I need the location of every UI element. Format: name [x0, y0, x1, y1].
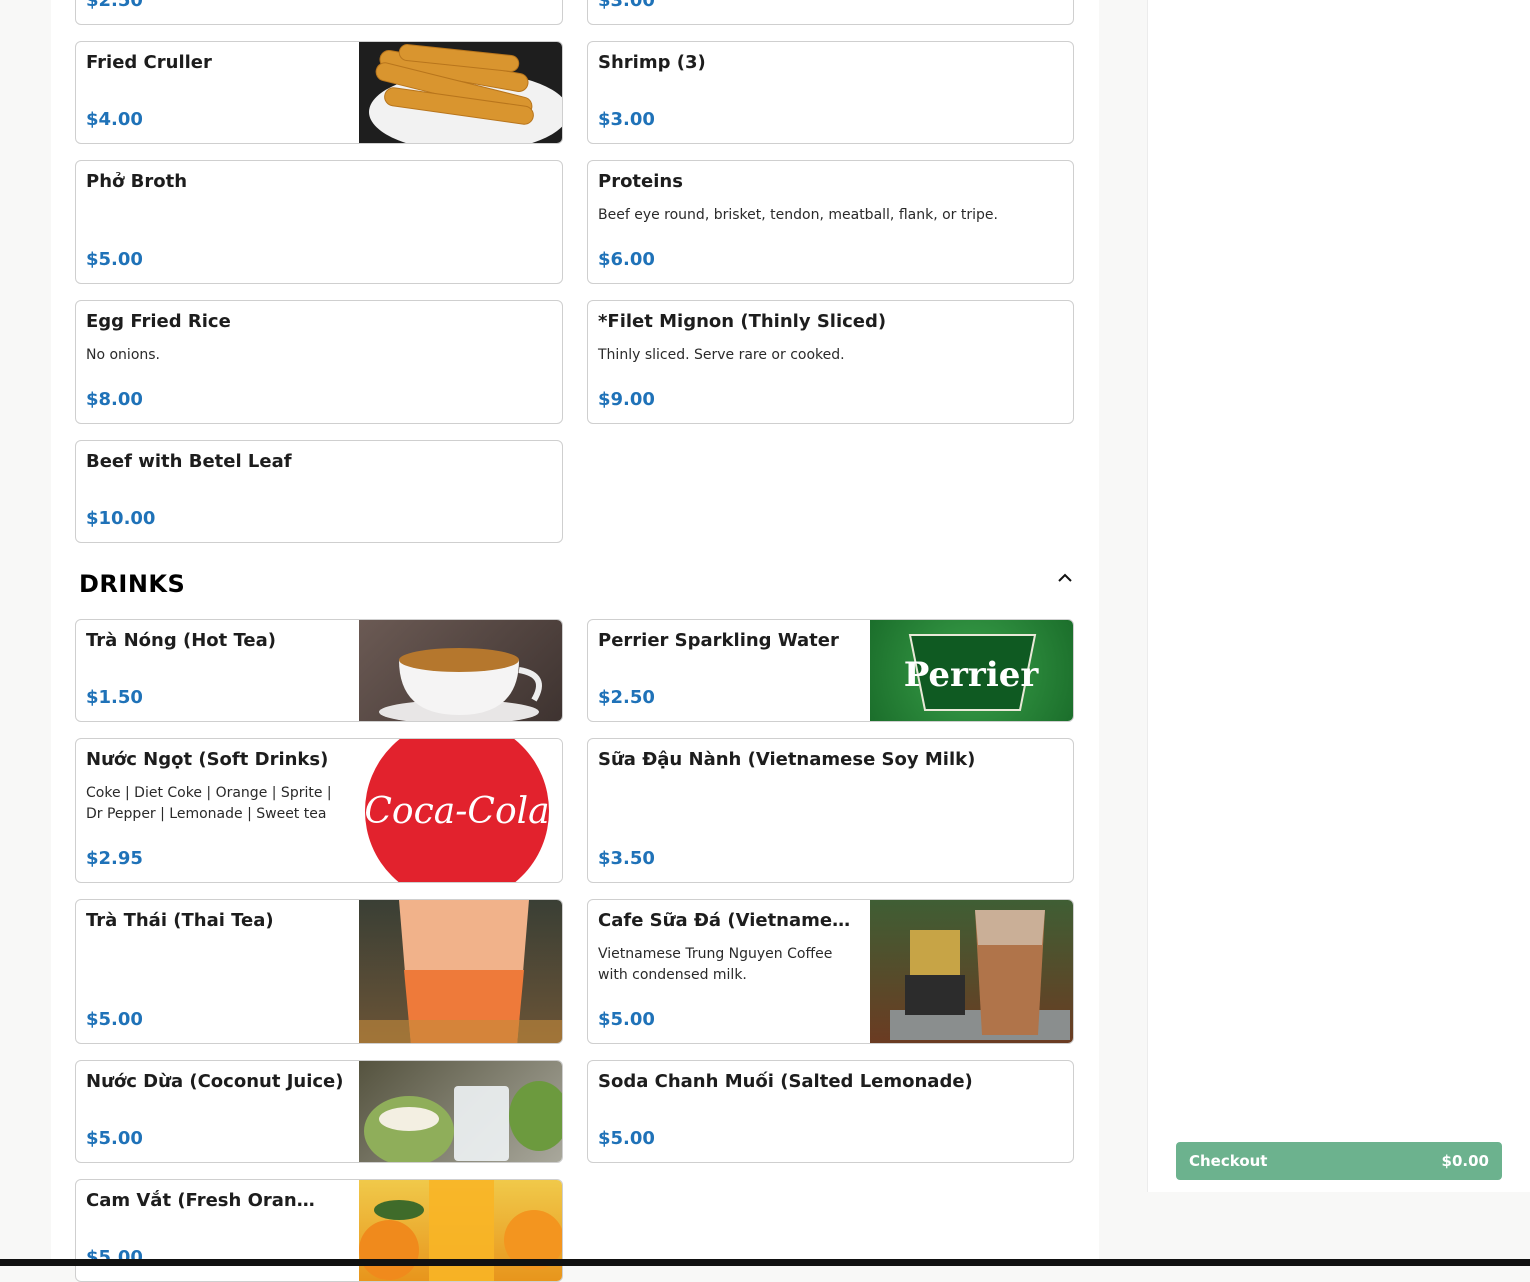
cart-panel: [1147, 0, 1530, 1192]
item-name: Proteins: [598, 171, 683, 192]
checkout-label: Checkout: [1189, 1152, 1268, 1170]
chevron-up-icon: [1058, 573, 1072, 582]
item-description-line: with condensed milk.: [598, 967, 747, 983]
item-price: $5.00: [598, 1128, 655, 1149]
menu-item-card[interactable]: Fried Cruller $4.00: [75, 41, 563, 144]
menu-item-card[interactable]: Soda Chanh Muối (Salted Lemonade) $5.00: [587, 1060, 1074, 1163]
item-price: $8.00: [86, 389, 143, 410]
item-name: Egg Fried Rice: [86, 311, 231, 332]
item-description: Thinly sliced. Serve rare or cooked.: [598, 347, 845, 363]
item-price: $3.00: [598, 109, 655, 130]
item-description: Vietnamese Trung Nguyen Coffee with cond…: [598, 944, 832, 986]
item-description-line: Coke | Diet Coke | Orange | Sprite |: [86, 785, 332, 801]
item-description: No onions.: [86, 347, 160, 363]
menu-item-card[interactable]: $3.00: [587, 0, 1074, 25]
item-name: Trà Thái (Thai Tea): [86, 910, 274, 931]
item-price: $5.00: [86, 249, 143, 270]
item-price: $4.00: [86, 109, 143, 130]
item-name: Shrimp (3): [598, 52, 706, 73]
menu-item-card[interactable]: Nước Ngọt (Soft Drinks) Coke | Diet Coke…: [75, 738, 563, 883]
item-name: Cam Vắt (Fresh Orange Juice): [86, 1190, 326, 1211]
menu-item-card[interactable]: Cafe Sữa Đá (Vietnamese Iced Coffee) Vie…: [587, 899, 1074, 1044]
item-name: Nước Ngọt (Soft Drinks): [86, 749, 329, 770]
item-price: $2.95: [86, 848, 143, 869]
menu-item-card[interactable]: Phở Broth $5.00: [75, 160, 563, 284]
menu-item-card[interactable]: Perrier Sparkling Water $2.50 Perrier: [587, 619, 1074, 722]
item-description-line: Vietnamese Trung Nguyen Coffee: [598, 946, 833, 962]
menu-item-card[interactable]: Nước Dừa (Coconut Juice) $5.00: [75, 1060, 563, 1163]
item-name: Perrier Sparkling Water: [598, 630, 839, 651]
item-image: [359, 900, 562, 1043]
menu-item-card[interactable]: $2.50: [75, 0, 563, 25]
item-price: $1.50: [86, 687, 143, 708]
item-price: $10.00: [86, 508, 156, 529]
coca-cola-logo: Coca-Cola: [364, 791, 549, 832]
item-image: [359, 1061, 562, 1162]
item-price: $9.00: [598, 389, 655, 410]
bottom-bar: [0, 1259, 1530, 1266]
item-price: $5.00: [598, 1009, 655, 1030]
menu-item-card[interactable]: Egg Fried Rice No onions. $8.00: [75, 300, 563, 424]
menu-item-card[interactable]: Shrimp (3) $3.00: [587, 41, 1074, 144]
item-name: *Filet Mignon (Thinly Sliced): [598, 311, 887, 332]
item-description: Coke | Diet Coke | Orange | Sprite | Dr …: [86, 783, 332, 825]
item-price: $3.50: [598, 848, 655, 869]
item-price: $3.00: [598, 0, 655, 11]
menu-item-card[interactable]: Cam Vắt (Fresh Orange Juice) $5.00: [75, 1179, 563, 1282]
menu-item-card[interactable]: *Filet Mignon (Thinly Sliced) Thinly sli…: [587, 300, 1074, 424]
item-description-line: Dr Pepper | Lemonade | Sweet tea: [86, 806, 327, 822]
item-name: Cafe Sữa Đá (Vietnamese Iced Coffee): [598, 910, 860, 931]
menu-item-card[interactable]: Proteins Beef eye round, brisket, tendon…: [587, 160, 1074, 284]
item-price: $2.50: [86, 0, 143, 11]
item-image: [870, 900, 1073, 1043]
item-image: Perrier: [870, 620, 1073, 721]
item-name: Beef with Betel Leaf: [86, 451, 292, 472]
section-title-drinks: DRINKS: [79, 570, 186, 598]
menu-item-card[interactable]: Sữa Đậu Nành (Vietnamese Soy Milk) $3.50: [587, 738, 1074, 883]
item-name: Sữa Đậu Nành (Vietnamese Soy Milk): [598, 749, 976, 770]
checkout-total: $0.00: [1441, 1152, 1489, 1170]
item-name: Trà Nóng (Hot Tea): [86, 630, 276, 651]
item-name: Fried Cruller: [86, 52, 212, 73]
item-price: $6.00: [598, 249, 655, 270]
item-description: Beef eye round, brisket, tendon, meatbal…: [598, 207, 998, 223]
item-image: [359, 42, 562, 143]
item-image: Coca-Cola: [359, 739, 562, 882]
item-price: $2.50: [598, 687, 655, 708]
perrier-logo: Perrier: [904, 655, 1040, 695]
menu-item-card[interactable]: Trà Thái (Thai Tea) $5.00: [75, 899, 563, 1044]
item-name: Phở Broth: [86, 171, 188, 192]
checkout-button[interactable]: Checkout $0.00: [1176, 1142, 1502, 1180]
item-name: Nước Dừa (Coconut Juice): [86, 1071, 344, 1092]
item-price: $5.00: [86, 1128, 143, 1149]
collapse-section-button[interactable]: [1053, 565, 1077, 589]
item-name: Soda Chanh Muối (Salted Lemonade): [598, 1071, 973, 1092]
menu-item-card[interactable]: Beef with Betel Leaf $10.00: [75, 440, 563, 543]
item-image: [359, 620, 562, 721]
item-price: $5.00: [86, 1009, 143, 1030]
menu-item-card[interactable]: Trà Nóng (Hot Tea) $1.50: [75, 619, 563, 722]
